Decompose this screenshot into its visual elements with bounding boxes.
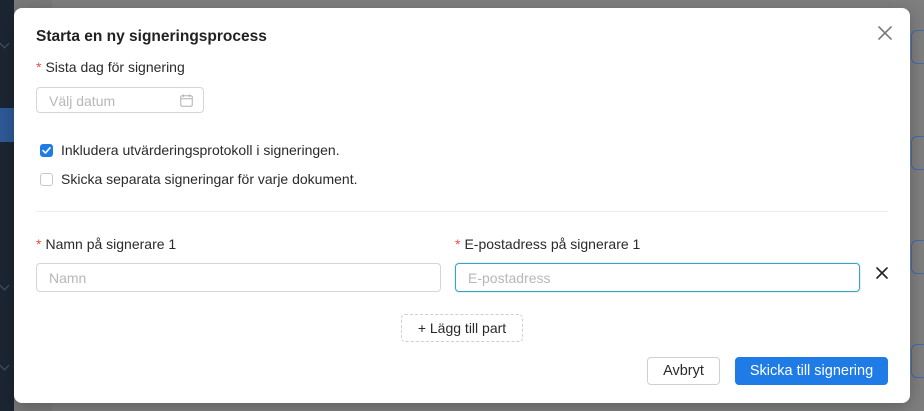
signer-email-field[interactable]: [455, 263, 860, 292]
calendar-icon: [180, 94, 193, 107]
signer-email-input[interactable]: [466, 269, 849, 287]
background-edge-element: [911, 136, 924, 170]
required-marker: *: [455, 236, 461, 252]
deadline-label-text: Sista dag för signering: [45, 59, 185, 75]
signing-process-modal: Starta en ny signeringsprocess * Sista da…: [14, 8, 910, 403]
deadline-date-picker[interactable]: [36, 87, 204, 113]
background-edge-element: [911, 30, 924, 64]
required-marker: *: [36, 59, 42, 75]
background-sidebar: [0, 0, 14, 411]
cancel-button[interactable]: Avbryt: [647, 357, 720, 385]
signer-name-label-text: Namn på signerare 1: [45, 236, 177, 252]
required-marker: *: [36, 236, 42, 252]
signer-email-label-text: E-postadress på signerare 1: [464, 236, 641, 252]
signer-email-label: * E-postadress på signerare 1: [455, 236, 640, 252]
deadline-label: * Sista dag för signering: [36, 59, 185, 75]
checkmark-icon: [42, 146, 51, 154]
background-edge-element: [911, 240, 924, 274]
include-evaluation-protocol-label: Inkludera utvärderingsprotokoll i signer…: [61, 142, 340, 158]
background-edge-element: [911, 344, 924, 378]
close-icon: [876, 267, 888, 279]
close-icon: [878, 26, 892, 40]
signer-name-input[interactable]: [47, 269, 430, 287]
separate-signings-checkbox[interactable]: [40, 172, 53, 186]
separate-signings-label: Skicka separata signeringar för varje do…: [61, 171, 358, 187]
send-for-signing-button[interactable]: Skicka till signering: [735, 357, 888, 385]
add-party-button[interactable]: + Lägg till part: [401, 314, 523, 342]
modal-title: Starta en ny signeringsprocess: [36, 28, 267, 45]
signer-name-field[interactable]: [36, 263, 441, 292]
background-sidebar-active-item: [0, 108, 14, 142]
section-divider: [36, 211, 888, 212]
include-evaluation-protocol-option[interactable]: Inkludera utvärderingsprotokoll i signer…: [40, 142, 340, 158]
deadline-date-input[interactable]: [47, 92, 171, 110]
include-evaluation-protocol-checkbox[interactable]: [40, 143, 53, 157]
signer-name-label: * Namn på signerare 1: [36, 236, 176, 252]
remove-signer-button[interactable]: [875, 266, 889, 280]
close-button[interactable]: [876, 24, 894, 42]
separate-signings-option[interactable]: Skicka separata signeringar för varje do…: [40, 171, 357, 187]
